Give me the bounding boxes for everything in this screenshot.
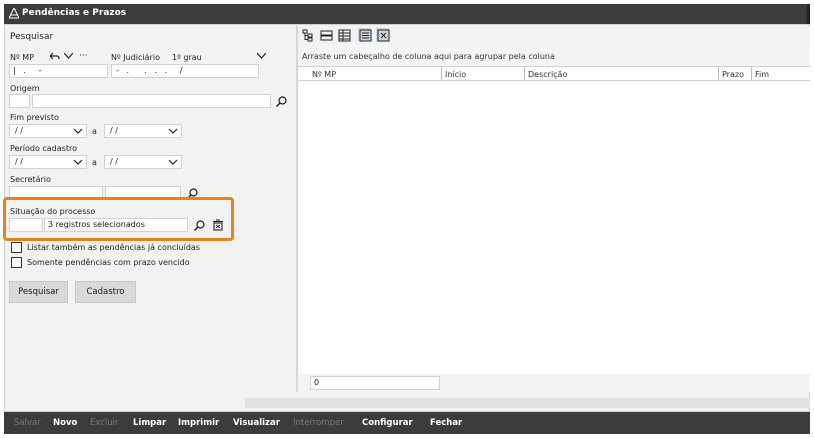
chevron-down-icon xyxy=(73,128,83,134)
column-header-fim[interactable]: Fim xyxy=(755,70,769,79)
table-icon[interactable] xyxy=(338,29,351,42)
origem-search-icon[interactable] xyxy=(276,96,287,107)
details-icon[interactable] xyxy=(358,28,372,42)
situacao-value: 3 registros selecionados xyxy=(48,220,145,229)
concluidas-checkbox[interactable] xyxy=(11,242,22,253)
chevron-down-icon xyxy=(168,128,178,134)
horizontal-scrollbar[interactable] xyxy=(245,398,810,408)
app-icon xyxy=(8,6,20,22)
interromper-button[interactable]: Interromper xyxy=(293,418,344,428)
periodo-a: a xyxy=(92,158,97,167)
column-header-mp[interactable]: Nº MP xyxy=(312,70,336,79)
salvar-button[interactable]: Salvar xyxy=(14,418,41,428)
title-bar: Pendências e Prazos xyxy=(4,4,810,24)
column-header-prazo[interactable]: Prazo xyxy=(722,70,744,79)
more-icon[interactable]: ··· xyxy=(79,51,88,61)
search-panel-title: Pesquisar xyxy=(10,32,54,42)
situacao-code-field[interactable] xyxy=(9,218,43,232)
situacao-search-icon[interactable] xyxy=(194,220,205,231)
mp-label: Nº MP xyxy=(10,53,35,62)
chevron-down-icon xyxy=(73,159,83,165)
origem-label: Origem xyxy=(10,84,40,93)
tree-view-icon[interactable] xyxy=(302,29,315,42)
column-header-inicio[interactable]: Início xyxy=(445,70,466,79)
imprimir-button[interactable]: Imprimir xyxy=(178,418,219,428)
fim-previsto-label: Fim previsto xyxy=(10,113,59,122)
excluir-button[interactable]: Excluir xyxy=(90,418,119,428)
action-bar: Salvar Novo Excluir Limpar Imprimir Visu… xyxy=(4,412,810,434)
limpar-button[interactable]: Limpar xyxy=(133,418,166,428)
vencido-label: Somente pendências com prazo vencido xyxy=(27,258,190,267)
header-underline xyxy=(298,80,810,81)
export-icon[interactable] xyxy=(376,28,390,42)
fim-previsto-end[interactable]: / / xyxy=(104,124,182,138)
degree-dropdown-icon[interactable] xyxy=(257,53,266,59)
clear-filter-icon[interactable] xyxy=(213,219,223,231)
judicial-value: - . . . . / xyxy=(116,66,183,75)
secretario-label: Secretário xyxy=(10,175,51,184)
periodo-start[interactable]: / / xyxy=(9,155,87,169)
fechar-button[interactable]: Fechar xyxy=(430,418,462,428)
record-count-field: 0 xyxy=(310,376,440,390)
concluidas-label: Listar também as pendências já concluída… xyxy=(27,243,200,252)
record-count: 0 xyxy=(314,378,320,387)
periodo-end[interactable]: / / xyxy=(104,155,182,169)
fim-previsto-start-value: / / xyxy=(15,126,23,135)
periodo-label: Período cadastro xyxy=(10,144,77,153)
chevron-down-icon[interactable] xyxy=(64,53,73,59)
periodo-end-value: / / xyxy=(110,157,118,166)
column-header-descricao[interactable]: Descrição xyxy=(528,70,567,79)
column-divider xyxy=(751,67,752,80)
group-hint: Arraste um cabeçalho de coluna aqui para… xyxy=(302,52,555,61)
origem-name-field[interactable] xyxy=(32,94,271,108)
visualizar-button[interactable]: Visualizar xyxy=(233,418,280,428)
chevron-down-icon xyxy=(168,159,178,165)
grid-toolbar xyxy=(298,26,810,44)
fim-previsto-start[interactable]: / / xyxy=(9,124,87,138)
mp-field[interactable]: | . - xyxy=(9,64,108,78)
fim-previsto-end-value: / / xyxy=(110,126,118,135)
configurar-button[interactable]: Configurar xyxy=(362,418,413,428)
column-divider xyxy=(718,67,719,80)
grid-body xyxy=(298,66,810,374)
window-edge xyxy=(807,4,810,24)
pesquisar-button[interactable]: Pesquisar xyxy=(9,281,68,303)
mp-value: | . - xyxy=(13,66,42,75)
group-icon[interactable] xyxy=(320,29,333,42)
judicial-label: Nº Judiciário xyxy=(111,53,160,62)
situacao-label: Situação do processo xyxy=(10,207,96,216)
situacao-value-field[interactable]: 3 registros selecionados xyxy=(44,218,188,232)
vencido-checkbox[interactable] xyxy=(11,257,22,268)
origem-code-field[interactable] xyxy=(9,94,30,108)
fim-previsto-a: a xyxy=(92,127,97,136)
periodo-start-value: / / xyxy=(15,157,23,166)
results-grid: Arraste um cabeçalho de coluna aqui para… xyxy=(298,44,810,392)
cadastro-button[interactable]: Cadastro xyxy=(75,281,136,303)
novo-button[interactable]: Novo xyxy=(53,418,77,428)
window-title: Pendências e Prazos xyxy=(22,8,127,18)
undo-icon[interactable] xyxy=(50,52,60,61)
judicial-degree: 1º grau xyxy=(172,53,202,62)
column-divider xyxy=(441,67,442,80)
judicial-field[interactable]: - . . . . / xyxy=(111,64,259,78)
column-divider xyxy=(524,67,525,80)
